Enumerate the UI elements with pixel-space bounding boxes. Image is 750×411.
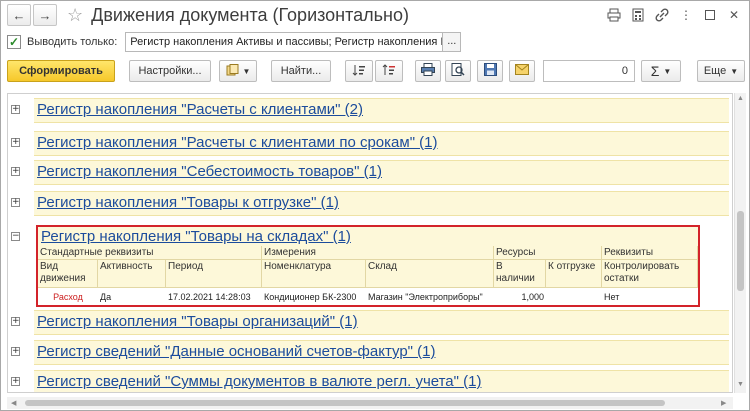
find-button[interactable]: Найти... (271, 60, 331, 82)
link-icon[interactable] (653, 6, 671, 24)
cell-movement-type[interactable]: Расход (38, 290, 98, 304)
variants-dropdown-button[interactable]: ▼ (219, 60, 257, 82)
cell-period[interactable]: 17.02.2021 14:28:03 (166, 290, 262, 304)
chevron-down-icon: ▼ (242, 66, 251, 76)
scroll-up-icon[interactable]: ▲ (737, 95, 744, 102)
filter-select-button[interactable]: ... (443, 32, 462, 52)
register-link[interactable]: Регистр сведений "Данные оснований счето… (37, 343, 436, 360)
print-preview-button[interactable] (445, 60, 471, 82)
expand-toggle-icon[interactable]: + (11, 105, 20, 114)
more-vertical-icon[interactable]: ⋮ (677, 6, 695, 24)
report-variants-icon (226, 63, 240, 79)
column-header-in-stock[interactable]: В наличии (494, 260, 546, 288)
sum-dropdown-button[interactable]: Σ ▼ (641, 60, 681, 82)
forward-button[interactable]: → (33, 4, 57, 26)
show-only-label: Выводить только: (27, 36, 118, 48)
vertical-scroll-thumb[interactable] (737, 211, 744, 291)
amount-field[interactable]: 0 (543, 60, 635, 82)
column-header-warehouse[interactable]: Склад (366, 260, 494, 288)
expand-toggle-icon[interactable]: + (11, 347, 20, 356)
cell-activity[interactable]: Да (98, 290, 166, 304)
scroll-left-icon[interactable]: ◀ (11, 399, 16, 407)
expand-toggle-icon[interactable]: + (11, 167, 20, 176)
print-preview-icon (451, 63, 465, 79)
horizontal-scrollbar[interactable]: ◀ ▶ (7, 397, 733, 409)
document-movements-window: ← → ☆ Движения документа (Горизонтально)… (0, 0, 750, 411)
toolbar: Сформировать Настройки... ▼ Найти... 0 Σ… (7, 60, 745, 82)
chevron-down-icon: ▼ (663, 66, 672, 76)
print-icon[interactable] (605, 6, 623, 24)
settings-button[interactable]: Настройки... (129, 60, 211, 82)
expand-toggle-icon[interactable]: + (11, 198, 20, 207)
chevron-down-icon: ▼ (730, 66, 739, 76)
window-title: Движения документа (Горизонтально) (91, 4, 410, 25)
registers-filter-field[interactable]: Регистр накопления Активы и пассивы; Рег… (125, 32, 444, 52)
movements-report[interactable]: + Регистр накопления "Расчеты с клиентам… (7, 93, 733, 393)
register-link[interactable]: Регистр накопления "Расчеты с клиентами"… (37, 101, 363, 118)
column-header-movement-type[interactable]: Вид движения (38, 260, 98, 288)
scroll-down-icon[interactable]: ▼ (737, 381, 744, 388)
section-header-dimensions: Измерения (262, 246, 494, 260)
expand-toggle-icon[interactable]: + (11, 138, 20, 147)
arrow-right-icon: → (38, 7, 52, 23)
envelope-icon (515, 64, 529, 78)
column-header-period[interactable]: Период (166, 260, 262, 288)
generate-button[interactable]: Сформировать (7, 60, 115, 82)
column-header-nomenclature[interactable]: Номенклатура (262, 260, 366, 288)
expand-toggle-icon[interactable]: + (11, 377, 20, 386)
title-actions: ⋮ ✕ (605, 6, 743, 24)
section-header-resources: Ресурсы (494, 246, 602, 260)
cell-warehouse[interactable]: Магазин "Электроприборы" (366, 290, 494, 304)
sort-descending-button[interactable] (375, 60, 403, 82)
printer-icon (421, 63, 435, 79)
register-link[interactable]: Регистр сведений "Суммы документов в вал… (37, 373, 481, 390)
cell-check-balance[interactable]: Нет (602, 290, 698, 304)
cell-in-stock[interactable]: 1,000 (494, 290, 546, 304)
register-link[interactable]: Регистр накопления "Расчеты с клиентами … (37, 134, 438, 151)
column-header-activity[interactable]: Активность (98, 260, 166, 288)
checkmark-icon: ✓ (8, 35, 20, 49)
scroll-right-icon[interactable]: ▶ (721, 399, 726, 407)
register-link[interactable]: Регистр накопления "Товары организаций" … (37, 313, 358, 330)
favorite-star-icon[interactable]: ☆ (67, 6, 83, 24)
title-bar: ← → ☆ Движения документа (Горизонтально)… (1, 1, 749, 29)
register-link[interactable]: Регистр накопления "Себестоимость товаро… (37, 163, 382, 180)
maximize-icon[interactable] (701, 6, 719, 24)
save-button[interactable] (477, 60, 503, 82)
sigma-icon: Σ (650, 63, 660, 79)
arrow-left-icon: ← (12, 7, 26, 23)
sort-ascending-icon (352, 64, 366, 79)
cell-to-ship[interactable] (546, 290, 602, 292)
filter-row: ✓ Выводить только: Регистр накопления Ак… (7, 31, 462, 53)
calculator-icon[interactable] (629, 6, 647, 24)
expand-toggle-icon[interactable]: + (11, 317, 20, 326)
send-email-button[interactable] (509, 60, 535, 82)
collapse-toggle-icon[interactable]: − (11, 232, 20, 241)
section-header-standard: Стандартные реквизиты (38, 246, 262, 260)
more-button-label: Еще (703, 65, 727, 77)
column-header-check-balance[interactable]: Контролировать остатки (602, 260, 698, 288)
expanded-register-goods-in-warehouses: Регистр накопления "Товары на складах" (… (36, 225, 700, 307)
sort-ascending-button[interactable] (345, 60, 373, 82)
vertical-scrollbar[interactable]: ▲ ▼ (734, 93, 746, 393)
register-link[interactable]: Регистр накопления "Товары к отгрузке" (… (37, 194, 339, 211)
back-button[interactable]: ← (7, 4, 31, 26)
print-button[interactable] (415, 60, 441, 82)
horizontal-scroll-thumb[interactable] (25, 400, 665, 406)
show-only-checkbox[interactable]: ✓ (7, 35, 21, 49)
register-link[interactable]: Регистр накопления "Товары на складах" (… (41, 228, 351, 245)
cell-nomenclature[interactable]: Кондиционер БК-2300 (262, 290, 366, 304)
more-button[interactable]: Еще ▼ (697, 60, 745, 82)
floppy-disk-icon (483, 63, 497, 79)
close-icon[interactable]: ✕ (725, 6, 743, 24)
section-header-attributes: Реквизиты (602, 246, 698, 260)
sort-descending-icon (382, 63, 396, 79)
column-header-to-ship[interactable]: К отгрузке (546, 260, 602, 288)
